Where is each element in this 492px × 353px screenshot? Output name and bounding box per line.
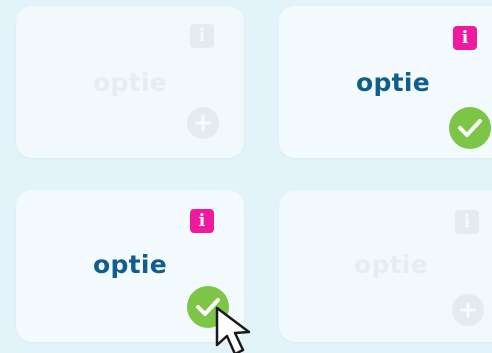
info-icon[interactable]: i: [190, 209, 214, 233]
plus-glyph: [460, 302, 476, 318]
plus-icon[interactable]: [452, 294, 484, 326]
info-glyph: i: [198, 210, 206, 231]
option-grid: i optie i optie i optie i optie: [0, 0, 492, 353]
info-glyph: i: [198, 25, 206, 46]
option-card-2[interactable]: i optie: [279, 6, 492, 158]
plus-icon[interactable]: [187, 107, 219, 139]
checkmark-glyph: [458, 119, 482, 137]
option-label: optie: [353, 250, 429, 279]
info-glyph: i: [463, 211, 471, 232]
plus-glyph: [195, 115, 211, 131]
option-card-1[interactable]: i optie: [16, 6, 244, 158]
mouse-pointer-icon: [215, 306, 251, 353]
option-label: optie: [92, 68, 168, 97]
info-icon[interactable]: i: [453, 26, 477, 50]
option-label: optie: [92, 250, 168, 279]
info-icon[interactable]: i: [190, 24, 214, 48]
option-card-4[interactable]: i optie: [279, 190, 492, 342]
option-card-3[interactable]: i optie: [16, 190, 244, 342]
info-glyph: i: [461, 27, 469, 48]
checkmark-icon[interactable]: [449, 107, 491, 149]
info-icon[interactable]: i: [455, 210, 479, 234]
option-label: optie: [355, 68, 431, 97]
